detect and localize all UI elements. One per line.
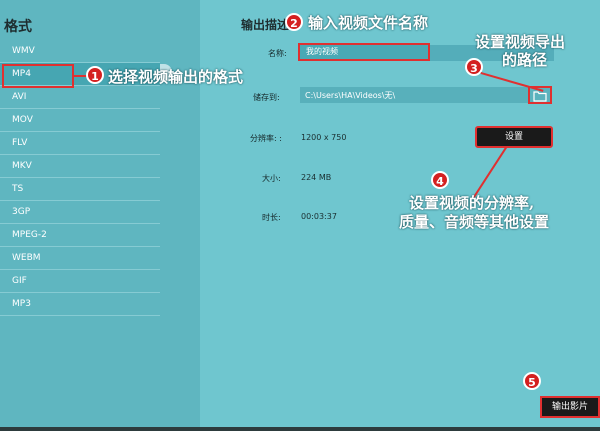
format-item-3gp[interactable]: 3GP	[0, 201, 160, 224]
resolution-value: 1200 x 750	[301, 133, 347, 142]
name-label: 名称:	[268, 49, 287, 58]
settings-button[interactable]: 设置	[475, 126, 553, 148]
bottom-border	[0, 427, 600, 431]
format-highlight-box	[2, 64, 74, 88]
annotation-text-4a: 设置视频的分辨率,	[409, 194, 535, 212]
annotation-badge-5: 5	[523, 372, 541, 390]
format-item-avi[interactable]: AVI	[0, 86, 160, 109]
format-item-mkv[interactable]: MKV	[0, 155, 160, 178]
annotation-text-3a: 设置视频导出	[475, 33, 566, 51]
format-item-gif[interactable]: GIF	[0, 270, 160, 293]
duration-value: 00:03:37	[301, 212, 337, 221]
save-to-label: 储存到:	[253, 93, 280, 102]
format-item-mov[interactable]: MOV	[0, 109, 160, 132]
format-item-ts[interactable]: TS	[0, 178, 160, 201]
annotation-badge-4: 4	[431, 171, 449, 189]
size-label: 大小:	[262, 174, 281, 183]
resolution-label: 分辨率: :	[250, 134, 282, 143]
annotation-text-3b: 的路径	[502, 51, 548, 69]
format-item-flv[interactable]: FLV	[0, 132, 160, 155]
save-path-value: C:\Users\HA\Videos\无\	[305, 91, 396, 100]
annotation-badge-2: 2	[285, 13, 303, 31]
format-item-mp3[interactable]: MP3	[0, 293, 160, 316]
format-item-webm[interactable]: WEBM	[0, 247, 160, 270]
name-input[interactable]: 我的视频	[298, 43, 430, 61]
duration-label: 时长:	[262, 213, 281, 222]
format-item-wmv[interactable]: WMV	[0, 40, 160, 63]
export-video-button[interactable]: 输出影片	[540, 396, 600, 418]
size-value: 224 MB	[301, 173, 332, 182]
output-description-title: 输出描述	[241, 18, 290, 32]
annotation-badge-1: 1	[86, 66, 104, 84]
annotation-text-1: 选择视频输出的格式	[108, 68, 244, 86]
annotation-text-4b: 质量、音频等其他设置	[399, 213, 550, 231]
format-panel-title: 格式	[4, 19, 32, 35]
format-item-mpeg2[interactable]: MPEG-2	[0, 224, 160, 247]
annotation-text-2: 输入视频文件名称	[308, 14, 429, 32]
